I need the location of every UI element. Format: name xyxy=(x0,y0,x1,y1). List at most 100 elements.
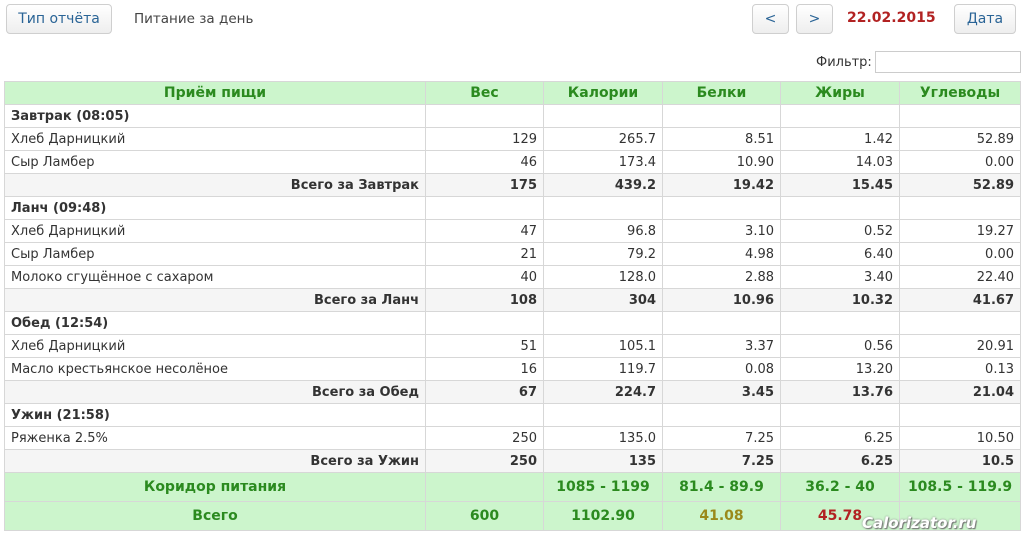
meal-group-row: Обед (12:54) xyxy=(4,311,1021,335)
subtotal-cell-calories: 224.7 xyxy=(543,380,663,404)
subtotal-cell-protein: 7.25 xyxy=(662,449,781,473)
cell-protein: 3.10 xyxy=(662,219,781,243)
cell-protein: 2.88 xyxy=(662,265,781,289)
cell-carbs: 0.00 xyxy=(899,242,1021,266)
cell-carbs: 20.91 xyxy=(899,334,1021,358)
table-header-row: Приём пищи Вес Калории Белки Жиры Углево… xyxy=(4,81,1021,105)
meal-subtotal-row: Всего за Ужин 250 135 7.25 6.25 10.5 xyxy=(4,449,1021,473)
nutrition-table: Приём пищи Вес Калории Белки Жиры Углево… xyxy=(4,81,1021,531)
filter-label: Фильтр: xyxy=(816,55,872,70)
cell-carbs: 10.50 xyxy=(899,426,1021,450)
subtotal-cell-name: Всего за Завтрак xyxy=(4,173,426,197)
total-cell-protein: 41.08 xyxy=(662,501,781,531)
column-header-calories[interactable]: Калории xyxy=(543,81,663,105)
cell-protein: 7.25 xyxy=(662,426,781,450)
next-day-button[interactable]: > xyxy=(796,4,833,34)
empty-cell xyxy=(780,403,900,427)
corridor-cell-carbs: 108.5 - 119.9 xyxy=(899,472,1021,502)
empty-cell xyxy=(425,403,544,427)
column-header-carbs[interactable]: Углеводы xyxy=(899,81,1021,105)
cell-weight: 21 xyxy=(425,242,544,266)
subtotal-cell-carbs: 41.67 xyxy=(899,288,1021,312)
meal-group-row: Ужин (21:58) xyxy=(4,403,1021,427)
empty-cell xyxy=(899,311,1021,335)
meal-group-title: Завтрак (08:05) xyxy=(4,104,426,128)
corridor-cell-weight xyxy=(425,472,544,502)
meal-subtotal-row: Всего за Завтрак 175 439.2 19.42 15.45 52.89 xyxy=(4,173,1021,197)
table-row: Хлеб Дарницкий 47 96.8 3.10 0.52 19.27 xyxy=(4,219,1021,243)
meal-subtotal-row: Всего за Ланч 108 304 10.96 10.32 41.67 xyxy=(4,288,1021,312)
cell-carbs: 19.27 xyxy=(899,219,1021,243)
cell-weight: 16 xyxy=(425,357,544,381)
subtotal-cell-weight: 250 xyxy=(425,449,544,473)
corridor-cell-fat: 36.2 - 40 xyxy=(780,472,900,502)
cell-carbs: 52.89 xyxy=(899,127,1021,151)
subtotal-cell-name: Всего за Обед xyxy=(4,380,426,404)
date-picker-button[interactable]: Дата xyxy=(954,4,1016,34)
corridor-cell-calories: 1085 - 1199 xyxy=(543,472,663,502)
cell-carbs: 0.13 xyxy=(899,357,1021,381)
table-row: Хлеб Дарницкий 51 105.1 3.37 0.56 20.91 xyxy=(4,334,1021,358)
cell-calories: 79.2 xyxy=(543,242,663,266)
nutrition-corridor-row: Коридор питания 1085 - 1199 81.4 - 89.9 36.… xyxy=(4,472,1021,502)
meal-group-row: Ланч (09:48) xyxy=(4,196,1021,220)
report-type-button[interactable]: Тип отчёта xyxy=(6,4,112,34)
cell-weight: 40 xyxy=(425,265,544,289)
table-body: Завтрак (08:05) Хлеб Дарницкий 129 265.7 8.5… xyxy=(4,104,1021,531)
cell-name: Сыр Ламбер xyxy=(4,242,426,266)
empty-cell xyxy=(780,196,900,220)
cell-fat: 14.03 xyxy=(780,150,900,174)
subtotal-cell-protein: 10.96 xyxy=(662,288,781,312)
subtotal-cell-weight: 175 xyxy=(425,173,544,197)
cell-name: Сыр Ламбер xyxy=(4,150,426,174)
cell-fat: 1.42 xyxy=(780,127,900,151)
table-row: Молоко сгущённое с сахаром 40 128.0 2.88 3.4… xyxy=(4,265,1021,289)
table-row: Сыр Ламбер 21 79.2 4.98 6.40 0.00 xyxy=(4,242,1021,266)
cell-calories: 119.7 xyxy=(543,357,663,381)
subtotal-cell-protein: 19.42 xyxy=(662,173,781,197)
meal-subtotal-row: Всего за Обед 67 224.7 3.45 13.76 21.04 xyxy=(4,380,1021,404)
subtotal-cell-weight: 67 xyxy=(425,380,544,404)
subtotal-cell-fat: 6.25 xyxy=(780,449,900,473)
meal-group-title: Ужин (21:58) xyxy=(4,403,426,427)
column-header-weight[interactable]: Вес xyxy=(425,81,544,105)
subtotal-cell-fat: 15.45 xyxy=(780,173,900,197)
subtotal-cell-carbs: 10.5 xyxy=(899,449,1021,473)
empty-cell xyxy=(425,196,544,220)
cell-carbs: 0.00 xyxy=(899,150,1021,174)
cell-weight: 250 xyxy=(425,426,544,450)
empty-cell xyxy=(425,311,544,335)
column-header-protein[interactable]: Белки xyxy=(662,81,781,105)
cell-weight: 46 xyxy=(425,150,544,174)
empty-cell xyxy=(662,196,781,220)
filter-input[interactable] xyxy=(875,51,1021,73)
column-header-fat[interactable]: Жиры xyxy=(780,81,900,105)
subtotal-cell-weight: 108 xyxy=(425,288,544,312)
subtotal-cell-calories: 304 xyxy=(543,288,663,312)
cell-calories: 105.1 xyxy=(543,334,663,358)
subtotal-cell-fat: 10.32 xyxy=(780,288,900,312)
previous-day-button[interactable]: < xyxy=(752,4,789,34)
meal-group-title: Ланч (09:48) xyxy=(4,196,426,220)
table-row: Хлеб Дарницкий 129 265.7 8.51 1.42 52.89 xyxy=(4,127,1021,151)
subtotal-cell-fat: 13.76 xyxy=(780,380,900,404)
empty-cell xyxy=(425,104,544,128)
empty-cell xyxy=(780,104,900,128)
meal-group-row: Завтрак (08:05) xyxy=(4,104,1021,128)
cell-fat: 13.20 xyxy=(780,357,900,381)
current-date: 22.02.2015 xyxy=(847,10,936,26)
cell-protein: 3.37 xyxy=(662,334,781,358)
subtotal-cell-calories: 135 xyxy=(543,449,663,473)
cell-protein: 10.90 xyxy=(662,150,781,174)
total-cell-name: Всего xyxy=(4,501,426,531)
cell-calories: 173.4 xyxy=(543,150,663,174)
cell-calories: 96.8 xyxy=(543,219,663,243)
subtotal-cell-protein: 3.45 xyxy=(662,380,781,404)
table-row: Ряженка 2.5% 250 135.0 7.25 6.25 10.50 xyxy=(4,426,1021,450)
corridor-cell-name: Коридор питания xyxy=(4,472,426,502)
cell-protein: 0.08 xyxy=(662,357,781,381)
page-title: Питание за день xyxy=(134,11,254,27)
column-header-meal[interactable]: Приём пищи xyxy=(4,81,426,105)
table-row: Масло крестьянское несолёное 16 119.7 0.08 1… xyxy=(4,357,1021,381)
empty-cell xyxy=(662,104,781,128)
